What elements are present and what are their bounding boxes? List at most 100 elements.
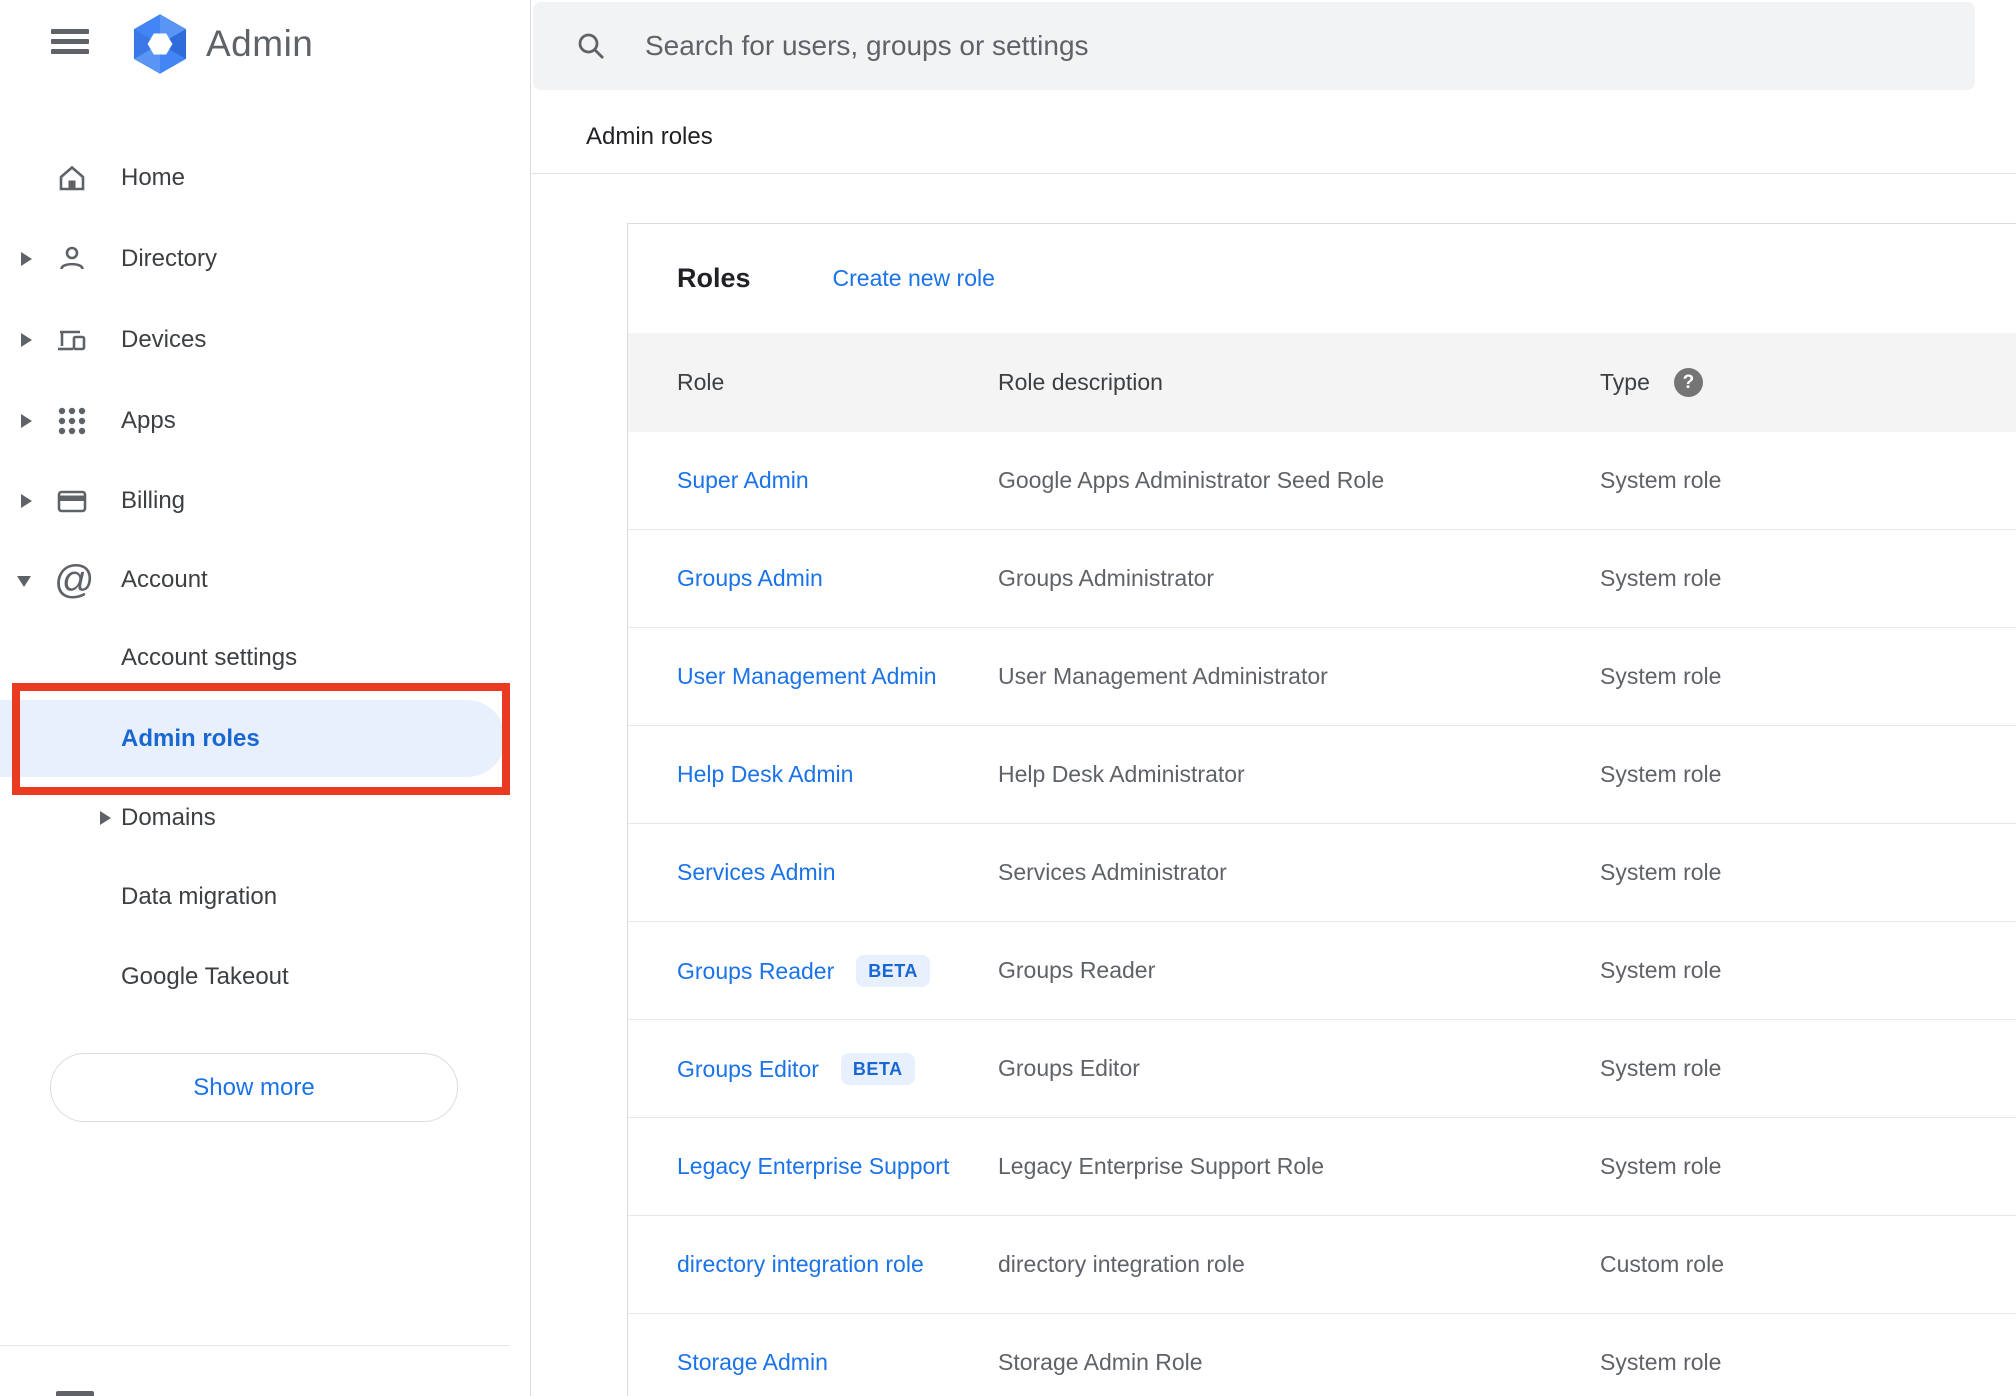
sidebar: Admin Home Directory Devices Apps Billin… (0, 0, 531, 1396)
app-title: Admin (206, 23, 314, 64)
role-description: Groups Administrator (998, 565, 1215, 591)
admin-hexagon-logo-icon (133, 14, 187, 74)
partial-device-icon (56, 1391, 94, 1396)
breadcrumb: Admin roles (586, 123, 713, 150)
table-row: User Management Admin User Management Ad… (628, 628, 2016, 726)
sidebar-item-billing[interactable]: Billing (0, 461, 531, 541)
role-description: Storage Admin Role (998, 1349, 1203, 1375)
chevron-right-icon[interactable] (21, 414, 32, 428)
table-row: directory integration role directory int… (628, 1216, 2016, 1314)
hamburger-menu-icon[interactable] (51, 29, 89, 54)
role-link[interactable]: Super Admin (677, 467, 809, 493)
role-link[interactable]: Groups Reader (677, 958, 834, 984)
admin-logo: Admin (129, 13, 313, 75)
apps-grid-icon (58, 407, 86, 435)
role-type: System role (1600, 1153, 1722, 1179)
help-icon[interactable]: ? (1673, 368, 1703, 397)
sidebar-footer-divider (0, 1345, 510, 1346)
chevron-right-icon[interactable] (21, 252, 32, 266)
role-description: Groups Reader (998, 957, 1156, 983)
role-description: Services Administrator (998, 859, 1227, 885)
sidebar-item-apps[interactable]: Apps (0, 381, 531, 461)
sidebar-item-home[interactable]: Home (0, 138, 531, 218)
sidebar-item-admin-roles[interactable]: Admin roles (0, 700, 505, 777)
role-description: User Management Administrator (998, 663, 1328, 689)
role-type: System role (1600, 565, 1722, 591)
table-row: Groups Editor BETA Groups Editor System r… (628, 1020, 2016, 1118)
role-type: System role (1600, 467, 1722, 493)
role-link[interactable]: Help Desk Admin (677, 761, 853, 787)
roles-panel-header: Roles Create new role (628, 224, 2016, 333)
show-more-button[interactable]: Show more (50, 1053, 458, 1122)
sidebar-item-label: Directory (121, 245, 218, 272)
sidebar-item-label: Apps (121, 407, 176, 434)
panel-title: Roles (677, 263, 751, 293)
role-type: System role (1600, 957, 1722, 983)
role-link[interactable]: Legacy Enterprise Support (677, 1153, 949, 1179)
sidebar-item-label: Devices (121, 326, 207, 353)
role-link[interactable]: directory integration role (677, 1251, 924, 1277)
role-description: Google Apps Administrator Seed Role (998, 467, 1385, 493)
home-icon (59, 165, 85, 191)
role-link[interactable]: Groups Editor (677, 1056, 819, 1082)
column-header-role: Role (677, 369, 725, 395)
role-type: System role (1600, 1055, 1722, 1081)
sidebar-item-google-takeout[interactable]: Google Takeout (0, 937, 531, 1017)
admin-console-screen: Admin Home Directory Devices Apps Billin… (0, 0, 2016, 1396)
sidebar-item-label: Account (121, 566, 208, 593)
sidebar-item-directory[interactable]: Directory (0, 219, 531, 299)
sidebar-item-devices[interactable]: Devices (0, 300, 531, 380)
role-description: Legacy Enterprise Support Role (998, 1153, 1325, 1179)
sidebar-item-label: Admin roles (121, 725, 260, 752)
table-row: Storage Admin Storage Admin Role System … (628, 1314, 2016, 1396)
roles-table-body: Super Admin Google Apps Administrator Se… (628, 432, 2016, 1396)
roles-panel: Roles Create new role Role Role descript… (627, 223, 2016, 1396)
sidebar-item-label: Google Takeout (121, 963, 289, 990)
person-icon (60, 246, 84, 270)
role-type: System role (1600, 761, 1722, 787)
credit-card-icon (57, 490, 87, 513)
sidebar-item-label: Data migration (121, 883, 278, 910)
search-bar (533, 2, 1975, 90)
chevron-down-icon[interactable] (17, 576, 31, 587)
column-header-role-description: Role description (998, 369, 1163, 395)
sidebar-item-domains[interactable]: Domains (0, 778, 531, 858)
sidebar-item-data-migration[interactable]: Data migration (0, 857, 531, 937)
search-input[interactable] (645, 2, 1925, 90)
at-icon: @ (54, 558, 95, 602)
table-row: Groups Admin Groups Administrator System… (628, 530, 2016, 628)
create-new-role-link[interactable]: Create new role (833, 265, 995, 292)
sidebar-item-label: Domains (121, 804, 216, 831)
devices-icon (58, 330, 86, 351)
role-link[interactable]: Groups Admin (677, 565, 823, 591)
role-link[interactable]: Services Admin (677, 859, 836, 885)
role-link[interactable]: Storage Admin (677, 1349, 828, 1375)
beta-badge: BETA (840, 1052, 915, 1085)
sidebar-item-label: Billing (121, 487, 186, 514)
table-row: Groups Reader BETA Groups Reader System r… (628, 922, 2016, 1020)
role-link[interactable]: User Management Admin (677, 663, 937, 689)
chevron-right-icon[interactable] (100, 811, 111, 825)
chevron-right-icon[interactable] (21, 494, 32, 508)
role-type: Custom role (1600, 1251, 1724, 1277)
role-description: Help Desk Administrator (998, 761, 1245, 787)
search-icon[interactable] (575, 30, 607, 62)
table-row: Legacy Enterprise Support Legacy Enterpr… (628, 1118, 2016, 1216)
table-header-row: Role Role description Type ? (628, 333, 2016, 432)
role-description: Groups Editor (998, 1055, 1140, 1081)
beta-badge: BETA (856, 954, 930, 987)
sidebar-item-label: Home (121, 164, 186, 191)
role-type: System role (1600, 1349, 1722, 1375)
chevron-right-icon[interactable] (21, 333, 32, 347)
role-description: directory integration role (998, 1251, 1245, 1277)
role-type: System role (1600, 859, 1722, 885)
table-row: Super Admin Google Apps Administrator Se… (628, 432, 2016, 530)
sidebar-item-account-settings[interactable]: Account settings (0, 618, 531, 698)
role-type: System role (1600, 663, 1722, 689)
column-header-type: Type (1600, 369, 1650, 395)
header-divider (532, 173, 2016, 174)
sidebar-item-label: Account settings (121, 644, 298, 671)
table-row: Help Desk Admin Help Desk Administrator … (628, 726, 2016, 824)
table-row: Services Admin Services Administrator Sy… (628, 824, 2016, 922)
sidebar-item-account[interactable]: @ Account (0, 540, 531, 620)
